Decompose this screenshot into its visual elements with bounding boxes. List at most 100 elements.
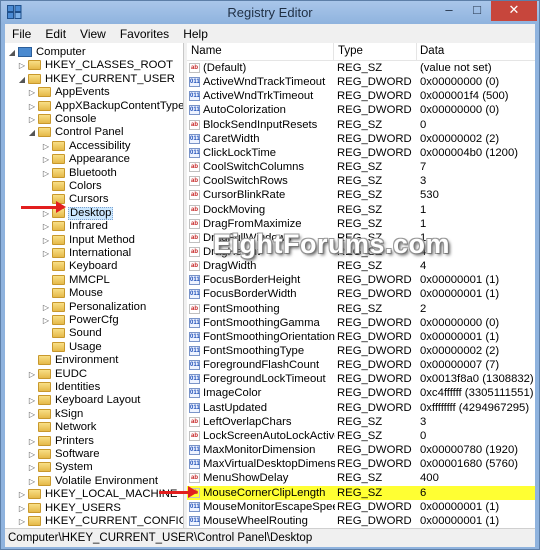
value-row[interactable]: 011 ForegroundFlashCount REG_DWORD 0x000000…	[187, 358, 535, 372]
value-row[interactable]: 011 LastUpdated REG_DWORD 0xffffffff (42949…	[187, 401, 535, 415]
value-row[interactable]: 011MaxVirtualDesktopDimensionREG_DWORD 0x…	[187, 457, 535, 471]
tree-item[interactable]: Mouse	[41, 287, 104, 300]
value-row[interactable]: 011 CaretWidth REG_DWORD 0x00000002 (2)	[187, 132, 535, 146]
title-bar[interactable]: Registry Editor – □ ✕	[1, 1, 539, 24]
tree-item[interactable]: ▷ AppXBackupContentType	[27, 100, 183, 113]
tree-item[interactable]: Usage	[41, 341, 103, 354]
value-row[interactable]: 011 AutoColorization REG_DWORD 0x00000000 (…	[187, 103, 535, 117]
expand-arrow-icon[interactable]: ▷	[41, 301, 51, 314]
column-header-name[interactable]: Name	[191, 45, 222, 57]
expand-arrow-icon[interactable]: ▷	[17, 502, 27, 515]
tree-item[interactable]: ▷ HKEY_USERS	[17, 502, 122, 515]
expand-arrow-icon[interactable]: ▷	[27, 408, 37, 421]
value-row[interactable]: 011 FocusBorderHeight REG_DWORD 0x00000001 …	[187, 273, 535, 287]
menu-file[interactable]: File	[5, 27, 38, 41]
tree-item[interactable]: ▷ HKEY_CLASSES_ROOT	[17, 59, 174, 72]
expand-arrow-icon[interactable]: ▷	[41, 167, 51, 180]
menu-edit[interactable]: Edit	[38, 27, 73, 41]
tree-item[interactable]: ▷ Accessibility	[41, 140, 132, 153]
value-row[interactable]: 011 FocusBorderWidth REG_DWORD 0x00000001 (…	[187, 287, 535, 301]
tree-item[interactable]: ▷ HKEY_CURRENT_CONFIG	[17, 515, 183, 528]
column-header-data[interactable]: Data	[420, 45, 444, 57]
expand-arrow-icon[interactable]: ▷	[41, 153, 51, 166]
menu-favorites[interactable]: Favorites	[113, 27, 176, 41]
expand-arrow-icon[interactable]: ▷	[17, 515, 27, 528]
column-divider[interactable]	[416, 43, 417, 61]
tree-item[interactable]: ▷ Personalization	[41, 301, 147, 314]
minimize-button[interactable]: –	[435, 1, 463, 21]
value-row[interactable]: 011 MouseMonitorEscapeSpeed REG_DWORD 0x000…	[187, 500, 535, 514]
key-tree-pane[interactable]: ◢ Computer ▷ HKEY_CLASSES_ROOT ◢ HKEY_CURRENT…	[5, 43, 184, 528]
value-row[interactable]: 011 MouseWheelRouting REG_DWORD 0x00000001 …	[187, 514, 535, 528]
value-row[interactable]: 011 FontSmoothingGamma REG_DWORD 0x00000000…	[187, 316, 535, 330]
tree-item[interactable]: ▷ International	[41, 247, 132, 260]
value-row[interactable]: ab LeftOverlapChars REG_SZ 3	[187, 415, 535, 429]
tree-item[interactable]: ▷ System	[27, 461, 94, 474]
menu-view[interactable]: View	[73, 27, 113, 41]
tree-item[interactable]: ◢ HKEY_CURRENT_USER	[17, 73, 176, 86]
menu-help[interactable]: Help	[176, 27, 215, 41]
value-row[interactable]: ab MenuShowDelay REG_SZ 400	[187, 471, 535, 485]
value-row[interactable]: 011 FontSmoothingOrientation REG_DWORD 0x00…	[187, 330, 535, 344]
expand-arrow-icon[interactable]: ▷	[41, 234, 51, 247]
tree-item[interactable]: ▷ Input Method	[41, 234, 136, 247]
expand-arrow-icon[interactable]: ▷	[17, 59, 27, 72]
expand-arrow-icon[interactable]: ▷	[27, 448, 37, 461]
collapse-arrow-icon[interactable]: ◢	[7, 46, 17, 59]
value-row[interactable]: ab (Default) REG_SZ (value not set)	[187, 61, 535, 75]
expand-arrow-icon[interactable]: ▷	[27, 100, 37, 113]
expand-arrow-icon[interactable]: ▷	[41, 247, 51, 260]
expand-arrow-icon[interactable]: ▷	[27, 113, 37, 126]
expand-arrow-icon[interactable]: ▷	[27, 368, 37, 381]
value-row[interactable]: abMouseCornerClipLengthREG_SZ 6	[187, 485, 535, 500]
value-row[interactable]: 011 ForegroundLockTimeout REG_DWORD 0x0013f…	[187, 372, 535, 386]
value-row[interactable]: 011 FontSmoothingType REG_DWORD 0x00000002 …	[187, 344, 535, 358]
tree-item[interactable]: ▷ PowerCfg	[41, 314, 120, 327]
tree-item[interactable]: ◢ Computer	[7, 46, 87, 59]
tree-item[interactable]: ▷ HKEY_LOCAL_MACHINE	[17, 488, 178, 501]
value-row[interactable]: ab CursorBlinkRate REG_SZ 530	[187, 188, 535, 202]
column-header-type[interactable]: Type	[338, 45, 363, 57]
expand-arrow-icon[interactable]: ▷	[27, 394, 37, 407]
expand-arrow-icon[interactable]: ▷	[27, 435, 37, 448]
tree-item[interactable]: ▷ EUDC	[27, 368, 88, 381]
value-row[interactable]: 011 ClickLockTime REG_DWORD 0x000004b0 (120…	[187, 146, 535, 160]
expand-arrow-icon[interactable]: ▷	[41, 140, 51, 153]
value-row[interactable]: ab CoolSwitchRows REG_SZ 3	[187, 174, 535, 188]
value-row[interactable]: ab DockMoving REG_SZ 1	[187, 203, 535, 217]
value-row[interactable]: 011 ActiveWndTrackTimeout REG_DWORD 0x00000…	[187, 75, 535, 89]
values-list-pane[interactable]: Name Type Data ab (Default) REG_SZ (value n…	[187, 43, 535, 528]
value-row[interactable]: ab CoolSwitchColumns REG_SZ 7	[187, 160, 535, 174]
tree-item[interactable]: ▷ AppEvents	[27, 86, 111, 99]
tree-item[interactable]: ▷ kSign	[27, 408, 84, 421]
collapse-arrow-icon[interactable]: ◢	[27, 126, 37, 139]
tree-item[interactable]: ▷ Software	[27, 448, 101, 461]
tree-item[interactable]: ▷ Printers	[27, 435, 95, 448]
value-row[interactable]: ab FontSmoothing REG_SZ 2	[187, 302, 535, 316]
tree-item[interactable]: Cursors	[41, 193, 110, 206]
tree-item[interactable]: Environment	[27, 354, 119, 367]
collapse-arrow-icon[interactable]: ◢	[17, 73, 27, 86]
tree-item[interactable]: Network	[27, 421, 97, 434]
tree-item[interactable]: Colors	[41, 180, 103, 193]
tree-item[interactable]: Keyboard	[41, 260, 118, 273]
value-row[interactable]: 011 ActiveWndTrkTimeout REG_DWORD 0x000001f…	[187, 89, 535, 103]
tree-item[interactable]: ▷ Infrared	[41, 220, 109, 233]
tree-item[interactable]: Sound	[41, 327, 103, 340]
tree-item[interactable]: Identities	[27, 381, 101, 394]
value-row[interactable]: 011 ImageColor REG_DWORD 0xc4ffffff (330511…	[187, 386, 535, 400]
tree-item[interactable]: ▷ Volatile Environment	[27, 475, 159, 488]
tree-item[interactable]: ▷ Appearance	[41, 153, 131, 166]
expand-arrow-icon[interactable]: ▷	[41, 314, 51, 327]
expand-arrow-icon[interactable]: ▷	[27, 475, 37, 488]
expand-arrow-icon[interactable]: ▷	[41, 220, 51, 233]
maximize-button[interactable]: □	[463, 1, 491, 21]
tree-item[interactable]: ▷ Console	[27, 113, 97, 126]
value-row[interactable]: ab DragWidth REG_SZ 4	[187, 259, 535, 273]
tree-item[interactable]: ▷ Bluetooth	[41, 167, 118, 180]
tree-item[interactable]: ◢ Control Panel	[27, 126, 124, 139]
expand-arrow-icon[interactable]: ▷	[17, 488, 27, 501]
tree-item[interactable]: ▷ Keyboard Layout	[27, 394, 141, 407]
expand-arrow-icon[interactable]: ▷	[27, 461, 37, 474]
value-row[interactable]: 011 MaxMonitorDimension REG_DWORD 0x0000078…	[187, 443, 535, 457]
